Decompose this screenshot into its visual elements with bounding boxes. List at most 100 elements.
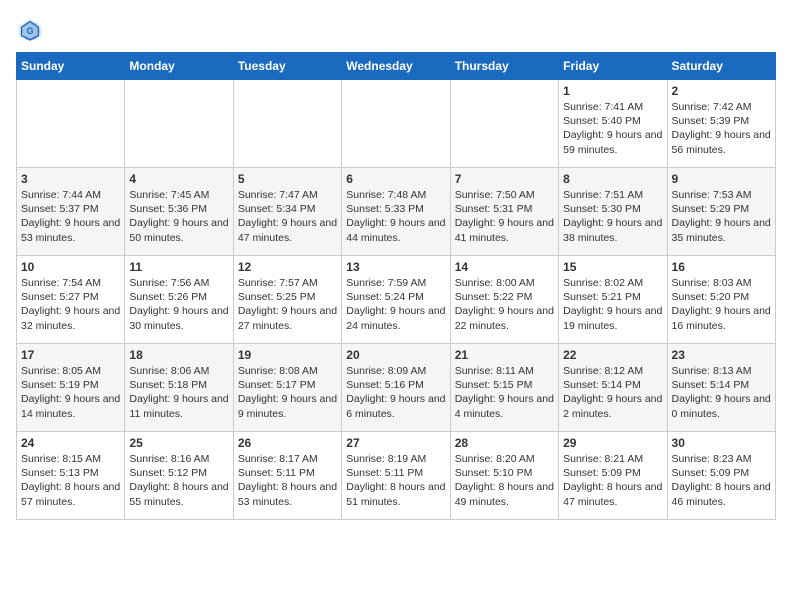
weekday-header-wednesday: Wednesday [342, 53, 450, 80]
calendar-cell [342, 80, 450, 168]
calendar-cell: 29 Sunrise: 8:21 AM Sunset: 5:09 PM Dayli… [559, 432, 667, 520]
day-number: 28 [455, 436, 554, 450]
day-number: 16 [672, 260, 771, 274]
calendar-cell: 12 Sunrise: 7:57 AM Sunset: 5:25 PM Dayli… [233, 256, 341, 344]
page-header: G [16, 16, 776, 44]
day-number: 25 [129, 436, 228, 450]
calendar-cell: 8Sunrise: 7:51 AM Sunset: 5:30 PM Daylig… [559, 168, 667, 256]
calendar-cell: 5Sunrise: 7:47 AM Sunset: 5:34 PM Daylig… [233, 168, 341, 256]
day-number: 14 [455, 260, 554, 274]
day-info: Sunrise: 7:56 AM Sunset: 5:26 PM Dayligh… [129, 276, 228, 333]
day-info: Sunrise: 8:03 AM Sunset: 5:20 PM Dayligh… [672, 276, 771, 333]
calendar-cell: 21 Sunrise: 8:11 AM Sunset: 5:15 PM Dayli… [450, 344, 558, 432]
day-info: Sunrise: 7:59 AM Sunset: 5:24 PM Dayligh… [346, 276, 445, 333]
day-info: Sunrise: 8:19 AM Sunset: 5:11 PM Dayligh… [346, 452, 445, 509]
day-info: Sunrise: 7:57 AM Sunset: 5:25 PM Dayligh… [238, 276, 337, 333]
day-info: Sunrise: 8:06 AM Sunset: 5:18 PM Dayligh… [129, 364, 228, 421]
day-info: Sunrise: 7:50 AM Sunset: 5:31 PM Dayligh… [455, 188, 554, 245]
calendar-cell: 19 Sunrise: 8:08 AM Sunset: 5:17 PM Dayli… [233, 344, 341, 432]
day-info: Sunrise: 7:54 AM Sunset: 5:27 PM Dayligh… [21, 276, 120, 333]
day-info: Sunrise: 7:51 AM Sunset: 5:30 PM Dayligh… [563, 188, 662, 245]
weekday-header-tuesday: Tuesday [233, 53, 341, 80]
day-number: 3 [21, 172, 120, 186]
calendar-cell: 6Sunrise: 7:48 AM Sunset: 5:33 PM Daylig… [342, 168, 450, 256]
weekday-header-monday: Monday [125, 53, 233, 80]
day-info: Sunrise: 8:16 AM Sunset: 5:12 PM Dayligh… [129, 452, 228, 509]
calendar-week-4: 17 Sunrise: 8:05 AM Sunset: 5:19 PM Dayli… [17, 344, 776, 432]
weekday-header-thursday: Thursday [450, 53, 558, 80]
day-number: 19 [238, 348, 337, 362]
day-number: 26 [238, 436, 337, 450]
calendar-cell: 3 Sunrise: 7:44 AM Sunset: 5:37 PM Daylig… [17, 168, 125, 256]
day-info: Sunrise: 8:21 AM Sunset: 5:09 PM Dayligh… [563, 452, 662, 509]
weekday-header-friday: Friday [559, 53, 667, 80]
calendar-cell: 24 Sunrise: 8:15 AM Sunset: 5:13 PM Dayli… [17, 432, 125, 520]
day-info: Sunrise: 8:17 AM Sunset: 5:11 PM Dayligh… [238, 452, 337, 509]
logo: G [16, 16, 48, 44]
weekday-header-saturday: Saturday [667, 53, 775, 80]
day-number: 18 [129, 348, 228, 362]
day-number: 4 [129, 172, 228, 186]
day-number: 30 [672, 436, 771, 450]
calendar-cell: 4 Sunrise: 7:45 AM Sunset: 5:36 PM Daylig… [125, 168, 233, 256]
day-number: 2 [672, 84, 771, 98]
svg-text:G: G [26, 26, 33, 36]
calendar-cell [233, 80, 341, 168]
calendar-table: SundayMondayTuesdayWednesdayThursdayFrid… [16, 52, 776, 520]
calendar-cell: 20Sunrise: 8:09 AM Sunset: 5:16 PM Dayli… [342, 344, 450, 432]
calendar-cell: 7 Sunrise: 7:50 AM Sunset: 5:31 PM Daylig… [450, 168, 558, 256]
day-number: 10 [21, 260, 120, 274]
day-info: Sunrise: 8:02 AM Sunset: 5:21 PM Dayligh… [563, 276, 662, 333]
day-number: 15 [563, 260, 662, 274]
calendar-cell: 10 Sunrise: 7:54 AM Sunset: 5:27 PM Dayli… [17, 256, 125, 344]
day-info: Sunrise: 7:53 AM Sunset: 5:29 PM Dayligh… [672, 188, 771, 245]
day-number: 7 [455, 172, 554, 186]
calendar-cell: 9 Sunrise: 7:53 AM Sunset: 5:29 PM Daylig… [667, 168, 775, 256]
day-info: Sunrise: 8:05 AM Sunset: 5:19 PM Dayligh… [21, 364, 120, 421]
day-info: Sunrise: 8:15 AM Sunset: 5:13 PM Dayligh… [21, 452, 120, 509]
day-number: 27 [346, 436, 445, 450]
day-number: 6 [346, 172, 445, 186]
day-info: Sunrise: 8:12 AM Sunset: 5:14 PM Dayligh… [563, 364, 662, 421]
calendar-cell: 26 Sunrise: 8:17 AM Sunset: 5:11 PM Dayli… [233, 432, 341, 520]
calendar-week-3: 10 Sunrise: 7:54 AM Sunset: 5:27 PM Dayli… [17, 256, 776, 344]
day-info: Sunrise: 7:47 AM Sunset: 5:34 PM Dayligh… [238, 188, 337, 245]
day-info: Sunrise: 8:13 AM Sunset: 5:14 PM Dayligh… [672, 364, 771, 421]
day-info: Sunrise: 8:09 AM Sunset: 5:16 PM Dayligh… [346, 364, 445, 421]
calendar-cell: 28 Sunrise: 8:20 AM Sunset: 5:10 PM Dayli… [450, 432, 558, 520]
calendar-week-5: 24 Sunrise: 8:15 AM Sunset: 5:13 PM Dayli… [17, 432, 776, 520]
day-number: 17 [21, 348, 120, 362]
calendar-cell: 30 Sunrise: 8:23 AM Sunset: 5:09 PM Dayli… [667, 432, 775, 520]
day-info: Sunrise: 8:11 AM Sunset: 5:15 PM Dayligh… [455, 364, 554, 421]
weekday-header-sunday: Sunday [17, 53, 125, 80]
day-info: Sunrise: 8:20 AM Sunset: 5:10 PM Dayligh… [455, 452, 554, 509]
calendar-cell [450, 80, 558, 168]
day-info: Sunrise: 8:08 AM Sunset: 5:17 PM Dayligh… [238, 364, 337, 421]
day-number: 24 [21, 436, 120, 450]
calendar-cell: 23 Sunrise: 8:13 AM Sunset: 5:14 PM Dayli… [667, 344, 775, 432]
calendar-cell: 1Sunrise: 7:41 AM Sunset: 5:40 PM Daylig… [559, 80, 667, 168]
calendar-cell [125, 80, 233, 168]
day-info: Sunrise: 8:00 AM Sunset: 5:22 PM Dayligh… [455, 276, 554, 333]
calendar-week-1: 1Sunrise: 7:41 AM Sunset: 5:40 PM Daylig… [17, 80, 776, 168]
calendar-cell: 16 Sunrise: 8:03 AM Sunset: 5:20 PM Dayli… [667, 256, 775, 344]
day-info: Sunrise: 8:23 AM Sunset: 5:09 PM Dayligh… [672, 452, 771, 509]
day-info: Sunrise: 7:41 AM Sunset: 5:40 PM Dayligh… [563, 100, 662, 157]
calendar-cell: 2Sunrise: 7:42 AM Sunset: 5:39 PM Daylig… [667, 80, 775, 168]
day-info: Sunrise: 7:45 AM Sunset: 5:36 PM Dayligh… [129, 188, 228, 245]
day-number: 23 [672, 348, 771, 362]
day-number: 12 [238, 260, 337, 274]
day-number: 22 [563, 348, 662, 362]
day-number: 9 [672, 172, 771, 186]
day-number: 11 [129, 260, 228, 274]
day-number: 29 [563, 436, 662, 450]
calendar-cell: 17 Sunrise: 8:05 AM Sunset: 5:19 PM Dayli… [17, 344, 125, 432]
day-info: Sunrise: 7:44 AM Sunset: 5:37 PM Dayligh… [21, 188, 120, 245]
calendar-cell: 22 Sunrise: 8:12 AM Sunset: 5:14 PM Dayli… [559, 344, 667, 432]
calendar-cell: 13Sunrise: 7:59 AM Sunset: 5:24 PM Dayli… [342, 256, 450, 344]
calendar-cell: 14 Sunrise: 8:00 AM Sunset: 5:22 PM Dayli… [450, 256, 558, 344]
calendar-cell [17, 80, 125, 168]
calendar-cell: 25 Sunrise: 8:16 AM Sunset: 5:12 PM Dayli… [125, 432, 233, 520]
day-number: 21 [455, 348, 554, 362]
calendar-cell: 27 Sunrise: 8:19 AM Sunset: 5:11 PM Dayli… [342, 432, 450, 520]
